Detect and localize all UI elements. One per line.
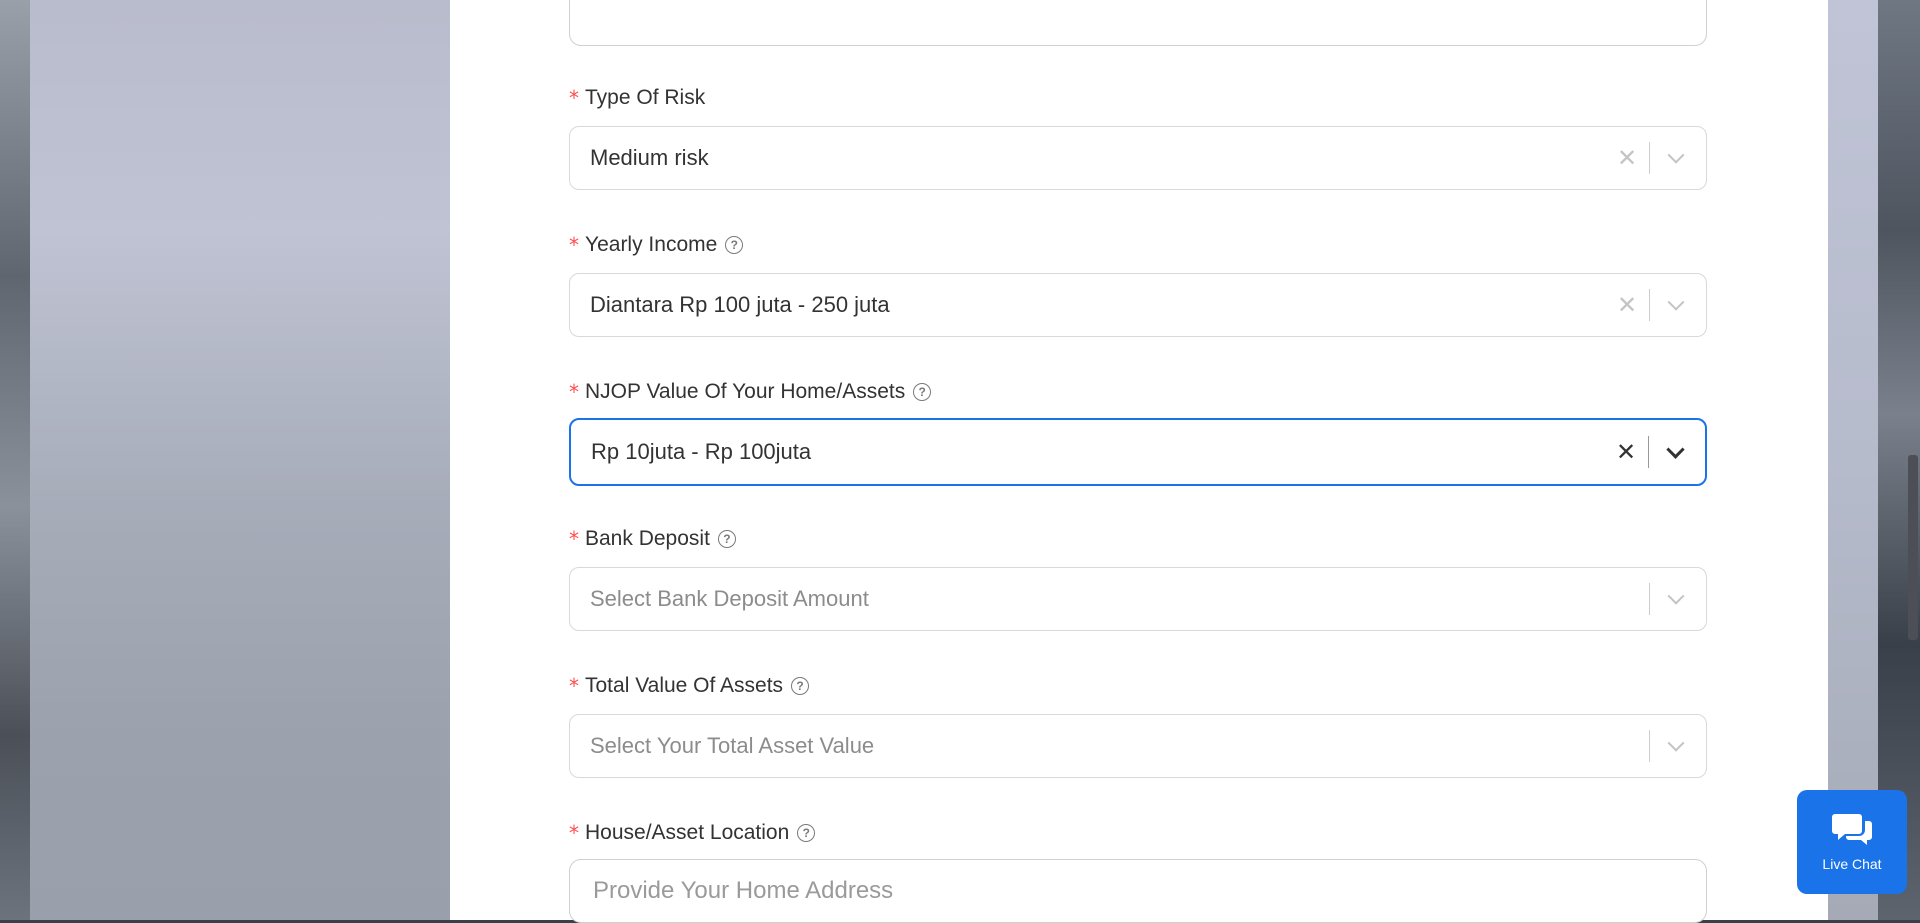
scrollbar-thumb[interactable]	[1908, 455, 1918, 640]
chevron-down-icon[interactable]	[1656, 138, 1696, 178]
clear-icon[interactable]: ✕	[1606, 432, 1646, 472]
required-mark: *	[569, 233, 579, 257]
field-label: * Total Value Of Assets ?	[569, 673, 810, 699]
field-house-asset-location: * House/Asset Location ?	[569, 820, 1709, 923]
live-chat-button[interactable]: Live Chat	[1797, 790, 1907, 894]
field-total-value-of-assets: * Total Value Of Assets ? Select Your To…	[569, 673, 1709, 783]
njop-value-select[interactable]: Rp 10juta - Rp 100juta ✕	[569, 418, 1707, 486]
home-address-input[interactable]	[570, 860, 1706, 922]
field-label: * NJOP Value Of Your Home/Assets ?	[569, 379, 932, 405]
required-mark: *	[569, 674, 579, 698]
help-icon[interactable]: ?	[725, 236, 744, 254]
type-of-risk-select[interactable]: Medium risk ✕	[569, 126, 1707, 190]
select-value: Diantara Rp 100 juta - 250 juta	[590, 292, 890, 317]
home-address-field[interactable]	[569, 859, 1707, 923]
required-mark: *	[569, 821, 579, 845]
previous-field-input[interactable]	[569, 0, 1707, 46]
chevron-down-icon[interactable]	[1655, 432, 1695, 472]
field-label-text: Bank Deposit	[585, 527, 710, 550]
background-sky-right	[1828, 0, 1878, 920]
field-label: * House/Asset Location ?	[569, 820, 816, 846]
live-chat-label: Live Chat	[1822, 856, 1882, 872]
chevron-down-icon[interactable]	[1656, 726, 1696, 766]
field-label: * Type Of Risk	[569, 85, 705, 111]
field-label: * Bank Deposit ?	[569, 526, 736, 552]
field-label-text: Type Of Risk	[585, 86, 706, 109]
total-asset-value-select[interactable]: Select Your Total Asset Value	[569, 714, 1707, 778]
clear-icon[interactable]: ✕	[1607, 285, 1647, 325]
select-separator	[1649, 142, 1650, 174]
chevron-down-icon[interactable]	[1656, 579, 1696, 619]
chat-bubbles-icon	[1832, 814, 1872, 845]
select-separator	[1649, 289, 1650, 321]
field-yearly-income: * Yearly Income ? Diantara Rp 100 juta -…	[569, 232, 1709, 342]
previous-field	[569, 0, 1709, 46]
clear-icon[interactable]: ✕	[1607, 138, 1647, 178]
field-type-of-risk: * Type Of Risk Medium risk ✕	[569, 85, 1709, 195]
field-label-text: House/Asset Location	[585, 821, 790, 844]
help-icon[interactable]: ?	[913, 383, 932, 401]
field-label-text: Total Value Of Assets	[585, 674, 784, 697]
field-label-text: Yearly Income	[585, 233, 718, 256]
select-value: Medium risk	[590, 145, 709, 170]
chevron-down-icon[interactable]	[1656, 285, 1696, 325]
help-icon[interactable]: ?	[717, 530, 736, 548]
help-icon[interactable]: ?	[791, 677, 810, 695]
background-rock-left	[0, 0, 30, 920]
required-mark: *	[569, 380, 579, 404]
bank-deposit-select[interactable]: Select Bank Deposit Amount	[569, 567, 1707, 631]
select-separator	[1648, 436, 1649, 468]
field-bank-deposit: * Bank Deposit ? Select Bank Deposit Amo…	[569, 526, 1709, 636]
field-label: * Yearly Income ?	[569, 232, 744, 258]
select-separator	[1649, 583, 1650, 615]
required-mark: *	[569, 527, 579, 551]
field-njop-value: * NJOP Value Of Your Home/Assets ? Rp 10…	[569, 379, 1709, 489]
help-icon[interactable]: ?	[797, 824, 816, 842]
required-mark: *	[569, 86, 579, 110]
select-placeholder: Select Bank Deposit Amount	[590, 586, 869, 611]
background-sky-left	[30, 0, 450, 920]
select-placeholder: Select Your Total Asset Value	[590, 733, 875, 758]
select-value: Rp 10juta - Rp 100juta	[591, 439, 812, 464]
yearly-income-select[interactable]: Diantara Rp 100 juta - 250 juta ✕	[569, 273, 1707, 337]
field-label-text: NJOP Value Of Your Home/Assets	[585, 380, 906, 403]
select-separator	[1649, 730, 1650, 762]
